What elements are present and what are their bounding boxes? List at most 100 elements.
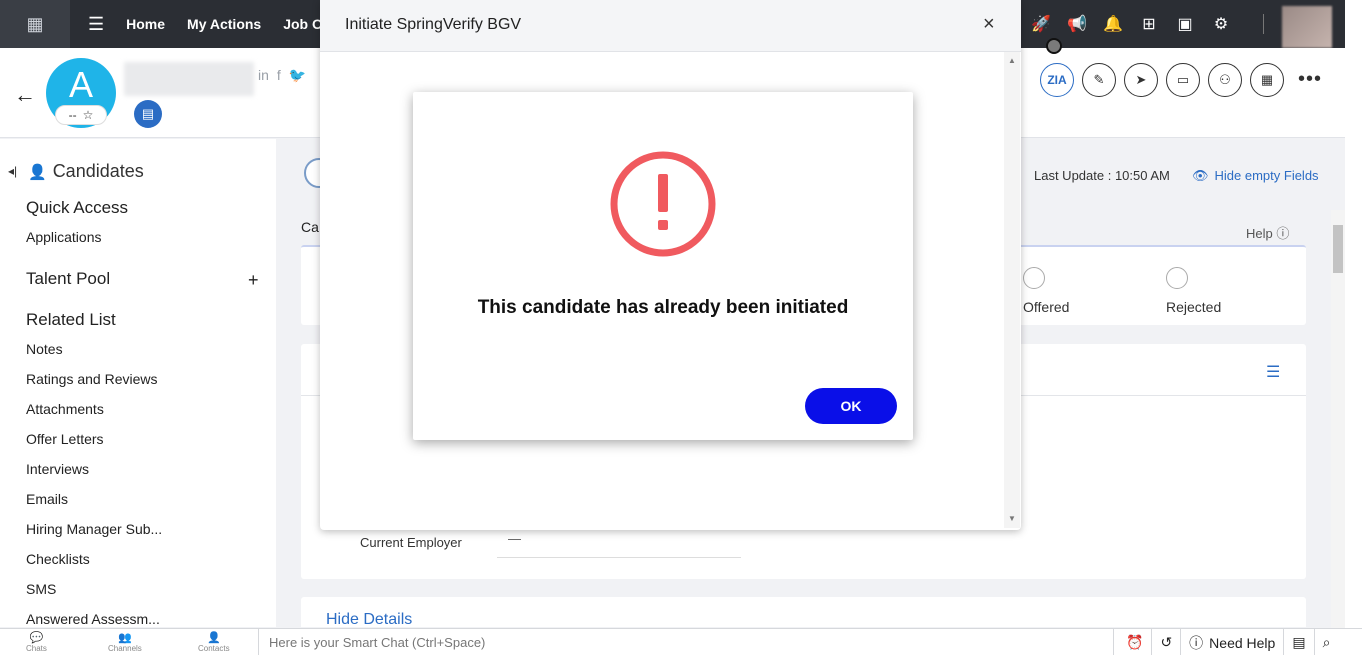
zia-button[interactable]: ZIA <box>1040 63 1074 97</box>
linkedin-icon[interactable]: in <box>258 67 269 84</box>
bottom-bar: 💬 Chats 👥 Channels 👤 Contacts Here is yo… <box>0 628 1362 655</box>
app-grid-button[interactable]: ▦ <box>0 0 70 48</box>
smart-chat-input[interactable]: Here is your Smart Chat (Ctrl+Space) <box>258 629 1114 655</box>
alert-dialog: This candidate has already been initiate… <box>413 92 913 440</box>
sidebar-item-assessments[interactable]: Answered Assessm... <box>26 611 160 627</box>
modal-header: Initiate SpringVerify BGV × <box>320 0 1021 52</box>
browser-scroll-strip <box>1345 0 1362 655</box>
add-note-icon[interactable]: ⊞ <box>1138 13 1160 35</box>
modal-scrollbar[interactable]: ▲ ▼ <box>1004 52 1020 528</box>
hide-details-card: Hide Details <box>301 597 1306 627</box>
rating-value: -- <box>68 108 77 122</box>
twitter-icon[interactable]: 🐦 <box>289 67 306 84</box>
list-view-icon[interactable]: ☰ <box>1266 362 1280 382</box>
more-options-icon[interactable]: ••• <box>1298 68 1322 91</box>
stage-offered[interactable]: Offered <box>1023 267 1069 315</box>
star-icon[interactable]: ☆ <box>83 108 94 122</box>
field-underline <box>497 557 741 558</box>
stage-rejected-label: Rejected <box>1166 299 1222 315</box>
nav-jobs[interactable]: Job O <box>283 16 323 32</box>
modal-title: Initiate SpringVerify BGV <box>345 16 522 33</box>
bell-icon[interactable]: 🔔 <box>1102 13 1124 35</box>
hamburger-icon[interactable]: ☰ <box>88 14 104 35</box>
edit-button[interactable]: ✎ <box>1082 63 1116 97</box>
stage-radio-icon <box>1166 267 1188 289</box>
back-arrow-icon[interactable]: ← <box>14 82 36 108</box>
ok-button[interactable]: OK <box>805 388 897 424</box>
person-icon: 👤 <box>28 163 47 181</box>
gear-icon[interactable]: ⚙ <box>1210 13 1232 35</box>
megaphone-icon[interactable]: 📢 <box>1066 13 1088 35</box>
bottom-tab-chats[interactable]: 💬 Chats <box>26 632 47 654</box>
bottom-tab-channels[interactable]: 👥 Channels <box>108 632 142 654</box>
sidebar-item-attachments[interactable]: Attachments <box>26 401 104 417</box>
alarm-icon[interactable]: ⏰ <box>1118 629 1153 655</box>
avatar-letter: A <box>68 64 93 105</box>
calendar-icon[interactable]: ▣ <box>1174 13 1196 35</box>
sidebar-item-emails[interactable]: Emails <box>26 491 68 507</box>
hide-details-link[interactable]: Hide Details <box>326 611 412 627</box>
sidebar-title-label: Candidates <box>52 161 144 181</box>
section-talent-pool: Talent Pool <box>26 269 111 288</box>
grid-icon: ▦ <box>26 13 44 34</box>
help-label: Help <box>1246 226 1273 241</box>
archive-icon[interactable]: ▤ <box>1284 629 1315 655</box>
current-employer-label: Current Employer <box>360 535 462 550</box>
send-button[interactable]: ➤ <box>1124 63 1158 97</box>
page-scrollbar[interactable] <box>1331 210 1345 628</box>
add-talent-pool-icon[interactable]: + <box>248 270 259 291</box>
schedule-button[interactable]: ▦ <box>1250 63 1284 97</box>
scroll-up-icon[interactable]: ▲ <box>1008 56 1016 65</box>
assign-user-button[interactable]: ⚇ <box>1208 63 1242 97</box>
briefcase-button[interactable]: ▭ <box>1166 63 1200 97</box>
sidebar-item-hiring-manager[interactable]: Hiring Manager Sub... <box>26 521 162 537</box>
user-avatar[interactable] <box>1282 6 1332 48</box>
hide-empty-fields-link[interactable]: 👁 Hide empty Fields <box>1192 168 1319 184</box>
question-circle-icon: ⓘ <box>1189 634 1204 651</box>
section-label-truncated: Ca <box>301 219 319 235</box>
sidebar-item-interviews[interactable]: Interviews <box>26 461 89 477</box>
social-links: in f 🐦 <box>258 67 306 84</box>
nav-home[interactable]: Home <box>126 16 165 32</box>
hide-empty-label: Hide empty Fields <box>1214 168 1319 183</box>
stage-radio-icon <box>1023 267 1045 289</box>
question-icon: ⓘ <box>1276 226 1290 241</box>
history-icon[interactable]: ↺ <box>1152 629 1182 655</box>
bottom-tab-chats-label: Chats <box>26 644 47 653</box>
sidebar-item-ratings[interactable]: Ratings and Reviews <box>26 371 158 387</box>
sidebar-item-applications[interactable]: Applications <box>26 229 102 245</box>
cursor-indicator <box>1046 38 1062 54</box>
last-update-text: Last Update : 10:50 AM <box>1034 168 1170 183</box>
channels-icon: 👥 <box>118 632 132 644</box>
need-help-button[interactable]: ⓘ Need Help <box>1181 629 1285 655</box>
sidebar-item-sms[interactable]: SMS <box>26 581 56 597</box>
sidebar-item-checklists[interactable]: Checklists <box>26 551 90 567</box>
sidebar-item-offer-letters[interactable]: Offer Letters <box>26 431 104 447</box>
contacts-icon: 👤 <box>206 632 221 644</box>
scroll-down-icon[interactable]: ▼ <box>1008 514 1016 523</box>
bottom-tab-contacts[interactable]: 👤 Contacts <box>198 632 230 654</box>
document-icon[interactable]: ▤ <box>134 100 162 128</box>
stage-offered-label: Offered <box>1023 299 1070 315</box>
search-icon[interactable]: ⌕ <box>1315 629 1339 655</box>
scrollbar-thumb[interactable] <box>1333 225 1343 273</box>
section-quick-access: Quick Access <box>26 198 129 217</box>
exclamation-icon <box>610 151 716 257</box>
stage-rejected[interactable]: Rejected <box>1166 267 1221 315</box>
current-employer-value: — <box>508 531 521 546</box>
facebook-icon[interactable]: f <box>277 67 281 84</box>
rating-pill[interactable]: -- ☆ <box>55 105 107 125</box>
rocket-icon[interactable]: 🚀 <box>1030 13 1052 35</box>
nav-my-actions[interactable]: My Actions <box>187 16 261 32</box>
bottom-right-tools: ⏰ ↺ ⓘ Need Help ▤ ⌕ <box>1118 629 1338 655</box>
help-link[interactable]: Help ⓘ <box>1246 223 1289 242</box>
sidebar-title: 👤 Candidates <box>28 161 144 182</box>
bottom-tab-contacts-label: Contacts <box>198 644 230 653</box>
header-actions: ZIA ✎ ➤ ▭ ⚇ ▦ <box>1040 63 1284 97</box>
sidebar-item-notes[interactable]: Notes <box>26 341 63 357</box>
collapse-sidebar-icon[interactable]: ◂| <box>8 164 17 178</box>
candidate-name-blurred <box>124 62 254 96</box>
chat-icon: 💬 <box>29 632 44 644</box>
sidebar: ◂| 👤 Candidates Quick Access Application… <box>0 139 276 627</box>
close-icon[interactable]: × <box>983 13 995 36</box>
